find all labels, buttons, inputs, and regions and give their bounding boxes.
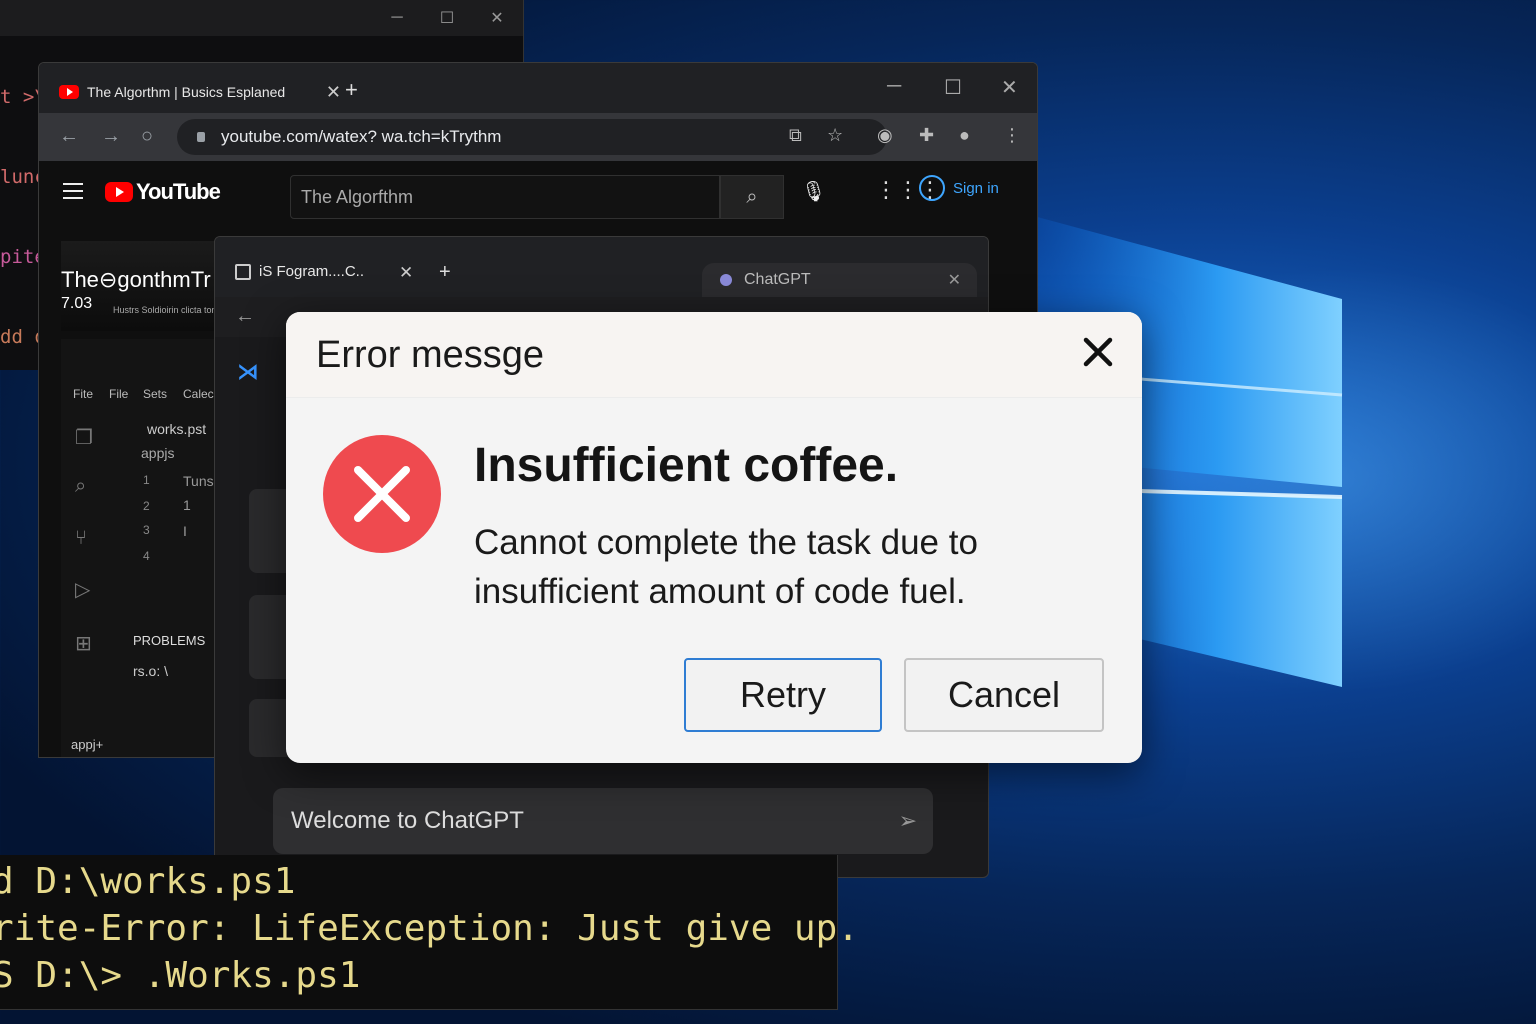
microphone-icon[interactable]: 🎙 <box>801 179 826 204</box>
line-number: 3 <box>143 523 150 537</box>
cancel-button[interactable]: Cancel <box>904 658 1104 732</box>
maximize-icon[interactable]: ☐ <box>944 75 962 100</box>
problems-tab[interactable]: PROBLEMS <box>133 633 205 648</box>
chatgpt-favicon-icon <box>720 274 732 286</box>
browser-tab-title: ChatGPT <box>744 271 811 288</box>
bookmark-star-icon[interactable]: ☆ <box>827 125 843 146</box>
run-icon[interactable]: ▷ <box>75 577 90 602</box>
explorer-icon[interactable]: ❐ <box>75 425 93 450</box>
sign-in-button[interactable]: Sign in <box>919 175 999 201</box>
address-bar[interactable]: youtube.com/watex? wa.tch=kTrythm <box>177 119 887 155</box>
search-icon: ⌕ <box>746 185 758 208</box>
file-name[interactable]: works.pst <box>147 421 206 437</box>
retry-button[interactable]: Retry <box>684 658 882 732</box>
close-tab-icon[interactable]: ✕ <box>948 270 961 290</box>
puzzle-icon[interactable]: ✚ <box>919 125 934 146</box>
youtube-play-icon <box>105 182 133 202</box>
video-title: The⊖gonthmTr <box>61 267 211 292</box>
search-icon[interactable]: ⌕ <box>75 475 86 498</box>
minimize-icon[interactable]: ─ <box>887 75 901 98</box>
chat-input-placeholder: Welcome to ChatGPT <box>291 807 524 834</box>
close-icon[interactable]: ✕ <box>472 0 522 36</box>
menu-kebab-icon[interactable]: ⋮ <box>1003 125 1021 146</box>
browser-tab[interactable]: iS Fogram....C.. <box>235 263 364 280</box>
extension-icon[interactable]: ◉ <box>877 125 893 146</box>
sign-in-label: Sign in <box>953 179 999 197</box>
browser-tab-title: The Algorthm | Busics Esplaned <box>87 84 286 100</box>
chat-tabbar: iS Fogram....C.. ✕ + ChatGPT ✕ <box>215 237 988 297</box>
install-icon[interactable]: ⧉ <box>789 125 802 146</box>
reload-icon[interactable]: ○ <box>141 125 153 148</box>
line-number: 4 <box>143 549 150 563</box>
youtube-search-input[interactable]: The Algorfthm <box>290 175 720 219</box>
browser-tab[interactable]: The Algorthm | Busics Esplaned ✕ <box>49 71 349 113</box>
error-message: Cannot complete the task due to insuffic… <box>474 523 978 611</box>
dialog-header: Error messge <box>286 312 1142 398</box>
profile-avatar-icon[interactable]: ● <box>959 125 970 146</box>
menu-item[interactable]: Sets <box>143 387 167 401</box>
chat-message-input[interactable]: Welcome to ChatGPT ➢ <box>273 788 933 854</box>
search-button[interactable]: ⌕ <box>720 175 784 219</box>
code-line: I <box>183 523 187 539</box>
line-number: 2 <box>143 499 150 513</box>
search-value: The Algorfthm <box>301 186 414 207</box>
video-subtitle: Hustrs Soldioirin clicta ton <box>113 305 217 315</box>
minimize-icon[interactable]: ─ <box>372 0 422 36</box>
youtube-favicon-icon <box>59 85 79 99</box>
code-line: Tuns <box>183 473 214 489</box>
chatgpt-tab[interactable]: ChatGPT ✕ <box>702 263 977 297</box>
problems-text: rs.o: \ <box>133 663 169 679</box>
menu-item[interactable]: File <box>109 387 128 401</box>
browser-tab-title: iS Fogram....C.. <box>259 263 365 280</box>
source-control-icon[interactable]: ⑂ <box>75 527 87 550</box>
status-bar-text: appj+ <box>71 737 104 752</box>
send-icon[interactable]: ➢ <box>899 808 917 834</box>
menu-item[interactable]: Calec <box>183 387 214 401</box>
new-tab-icon[interactable]: + <box>345 77 358 103</box>
youtube-logo-text: YouTube <box>136 179 221 204</box>
close-tab-icon[interactable]: ✕ <box>399 263 413 283</box>
youtube-logo[interactable]: YouTube <box>105 179 221 205</box>
close-icon[interactable] <box>1078 332 1118 372</box>
terminal-line: d D:\works.ps1 <box>0 861 296 902</box>
dialog-title: Error messge <box>316 334 545 376</box>
new-tab-icon[interactable]: + <box>439 261 451 284</box>
youtube-header: YouTube The Algorfthm ⌕ 🎙 ⋮⋮⋮ Sign in <box>39 161 1037 225</box>
close-icon[interactable]: ✕ <box>1001 75 1018 100</box>
forward-arrow-icon[interactable]: → <box>101 125 121 148</box>
back-arrow-icon[interactable]: ← <box>59 125 79 148</box>
address-text: youtube.com/watex? wa.tch=kTrythm <box>221 127 502 146</box>
lock-icon <box>197 132 205 142</box>
error-heading: Insufficient coffee. <box>474 439 899 492</box>
menu-item[interactable]: Fite <box>73 387 93 401</box>
terminal-line: rite-Error: LifeException: Just give up. <box>0 908 859 949</box>
folder-name[interactable]: appjs <box>141 445 174 461</box>
vscode-logo-icon: ⋊ <box>237 359 259 384</box>
error-icon <box>323 435 441 553</box>
browser-tabbar: The Algorthm | Busics Esplaned ✕ + ─ ☐ ✕ <box>39 63 1037 113</box>
extensions-icon[interactable]: ⊞ <box>75 631 92 656</box>
maximize-icon[interactable]: ☐ <box>422 0 472 36</box>
powershell-terminal: d D:\works.ps1 rite-Error: LifeException… <box>0 855 859 1010</box>
back-arrow-icon[interactable]: ← <box>235 305 255 328</box>
error-dialog: Error messge Insufficient coffee. Cannot… <box>286 312 1142 763</box>
terminal-titlebar: ─ ☐ ✕ <box>0 0 523 36</box>
terminal-line: S D:\> .Works.ps1 <box>0 955 361 996</box>
address-toolbar: ← → ○ youtube.com/watex? wa.tch=kTrythm … <box>39 113 1037 161</box>
line-number: 1 <box>143 473 150 487</box>
account-icon <box>919 175 945 201</box>
close-tab-icon[interactable]: ✕ <box>326 82 341 103</box>
video-duration: 7.03 <box>61 295 93 312</box>
document-icon <box>235 263 251 280</box>
hamburger-menu-icon[interactable] <box>63 183 83 199</box>
code-line: 1 <box>183 497 191 513</box>
